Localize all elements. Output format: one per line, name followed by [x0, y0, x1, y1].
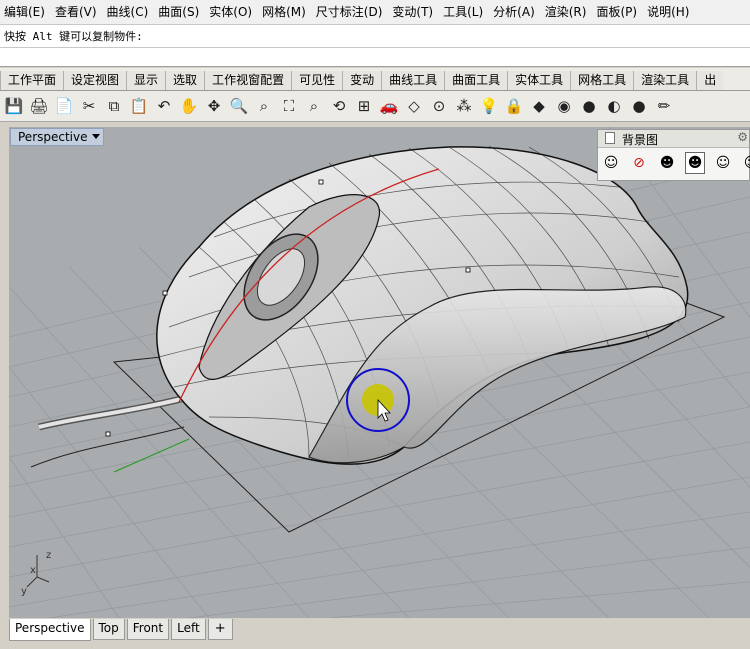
toolbar-tab[interactable]: 渲染工具 — [633, 71, 697, 90]
pan-hand-icon[interactable]: ✋ — [179, 96, 199, 116]
control-point — [162, 290, 168, 296]
axis-label-z: z — [46, 550, 51, 561]
cplane-icon[interactable]: ⊙ — [429, 96, 449, 116]
menu-item[interactable]: 编辑(E) — [0, 0, 51, 24]
four-viewports-icon[interactable]: ⊞ — [354, 96, 374, 116]
copy-icon[interactable]: ⧉ — [104, 96, 124, 116]
shade-sphere-icon[interactable]: ◐ — [604, 96, 624, 116]
toolbar-tab[interactable]: 曲线工具 — [381, 71, 445, 90]
viewport-tabs: Perspective Top Front Left + — [9, 619, 750, 641]
undo-icon[interactable]: ↶ — [154, 96, 174, 116]
scale-bg-icon[interactable]: ☺ — [741, 152, 750, 174]
menu-bar: 编辑(E) 查看(V) 曲线(C) 曲面(S) 实体(O) 网格(M) 尺寸标注(D) 变动(… — [0, 0, 750, 25]
viewport-menu-arrow-icon[interactable] — [92, 134, 100, 139]
zoom-selected-icon[interactable]: ⌕ — [304, 96, 324, 116]
toolbar-tab[interactable]: 显示 — [126, 71, 166, 90]
command-history-text: 快按 Alt 键可以复制物件: — [4, 30, 143, 43]
menu-item[interactable]: 说明(H) — [643, 0, 695, 24]
background-bitmap-panel: 背景图 ⚙ ☺ ⊘ ☻ ☻ ☺ ☺ — [597, 129, 750, 181]
axis-label-y: y — [21, 586, 27, 597]
place-bg-icon[interactable]: ☺ — [601, 152, 621, 174]
lock-icon[interactable]: 🔒 — [504, 96, 524, 116]
viewport-tab-left[interactable]: Left — [171, 619, 206, 640]
named-cplane-icon[interactable]: ◇ — [404, 96, 424, 116]
viewport-title-tab[interactable]: Perspective — [10, 128, 104, 146]
toolbar-tab[interactable]: 设定视图 — [63, 71, 127, 90]
menu-item[interactable]: 面板(P) — [592, 0, 643, 24]
toolbar-tab[interactable]: 曲面工具 — [444, 71, 508, 90]
panel-tab-icon — [605, 132, 615, 144]
undo-view-icon[interactable]: ⟲ — [329, 96, 349, 116]
axis-label-x: x — [30, 565, 36, 576]
toolbar-tab[interactable]: 出 — [696, 71, 724, 90]
blue-sphere-icon[interactable]: ● — [629, 96, 649, 116]
menu-item[interactable]: 曲面(S) — [154, 0, 205, 24]
gear-icon[interactable]: ⚙ — [737, 130, 748, 144]
menu-item[interactable]: 分析(A) — [489, 0, 541, 24]
toolbar-tab-strip: 工作平面 设定视图 显示 选取 工作视窗配置 可见性 变动 曲线工具 曲面工具 实体工具 网格工具渲… — [0, 68, 750, 91]
remove-bg-icon[interactable]: ⊘ — [629, 152, 649, 174]
control-point — [318, 179, 324, 185]
viewport-tab-front[interactable]: Front — [126, 619, 170, 640]
command-input[interactable] — [0, 48, 750, 67]
command-history: 快按 Alt 键可以复制物件: — [0, 25, 750, 48]
car-icon[interactable]: 🚗 — [379, 96, 399, 116]
light-bulb-icon[interactable]: 💡 — [479, 96, 499, 116]
menu-item[interactable]: 工具(L) — [439, 0, 489, 24]
color-wheel-icon[interactable]: ◉ — [554, 96, 574, 116]
control-point — [105, 431, 111, 437]
save-icon[interactable]: 💾 — [4, 96, 24, 116]
toolbar-tab[interactable]: 工作视窗配置 — [204, 71, 292, 90]
align-bg-icon[interactable]: ☺ — [713, 152, 733, 174]
copy-doc-icon[interactable]: 📄 — [54, 96, 74, 116]
background-panel-header: 背景图 ⚙ — [598, 130, 749, 148]
toolbar-tab[interactable]: 变动 — [342, 71, 382, 90]
layer-icon[interactable]: ◆ — [529, 96, 549, 116]
toolbar-tab[interactable]: 工作平面 — [0, 71, 64, 90]
toolbar-tab[interactable]: 可见性 — [291, 71, 343, 90]
viewport-title-label: Perspective — [18, 130, 88, 144]
viewport-canvas[interactable]: z x y — [9, 127, 750, 618]
menu-item[interactable]: 变动(T) — [388, 0, 439, 24]
menu-item[interactable]: 查看(V) — [51, 0, 103, 24]
zoom-icon[interactable]: 🔍 — [229, 96, 249, 116]
rotate-view-icon[interactable]: ✥ — [204, 96, 224, 116]
toolbar-tab[interactable]: 选取 — [165, 71, 205, 90]
menu-item[interactable]: 网格(M) — [258, 0, 312, 24]
menu-item[interactable]: 曲线(C) — [103, 0, 155, 24]
background-panel-title: 背景图 — [622, 133, 659, 147]
standard-toolbar: 💾 🖨 📄 ✂ ⧉ 📋 ↶ ✋ ✥ 🔍 ⌕ ⛶ ⌕ ⟲ ⊞ 🚗 ◇ ⊙ ⁂ 💡 🔒 ◆ ◉ ● ◐ ● ✏ — [0, 91, 750, 122]
viewport-tab-perspective[interactable]: Perspective — [9, 619, 91, 641]
pencil-icon[interactable]: ✏ — [654, 96, 674, 116]
zoom-window-icon[interactable]: ⌕ — [254, 96, 274, 116]
add-viewport-tab-button[interactable]: + — [207, 619, 233, 640]
print-icon[interactable]: 🖨 — [29, 96, 49, 116]
menu-item[interactable]: 实体(O) — [205, 0, 258, 24]
toolbar-tab[interactable]: 实体工具 — [507, 71, 571, 90]
viewport-tab-top[interactable]: Top — [92, 619, 125, 640]
menu-item[interactable]: 尺寸标注(D) — [312, 0, 389, 24]
toolbar-tab[interactable]: 网格工具 — [570, 71, 634, 90]
show-bg-icon[interactable]: ☻ — [657, 152, 677, 174]
paste-icon[interactable]: 📋 — [129, 96, 149, 116]
cut-icon[interactable]: ✂ — [79, 96, 99, 116]
perspective-viewport[interactable]: z x y — [9, 127, 750, 618]
menu-item[interactable]: 渲染(R) — [541, 0, 593, 24]
osnap-icon[interactable]: ⁂ — [454, 96, 474, 116]
control-point — [465, 267, 471, 273]
render-sphere-icon[interactable]: ● — [579, 96, 599, 116]
background-panel-icons: ☺ ⊘ ☻ ☻ ☺ ☺ — [601, 152, 750, 174]
zoom-extents-icon[interactable]: ⛶ — [279, 96, 299, 116]
hide-bg-icon[interactable]: ☻ — [685, 152, 705, 174]
